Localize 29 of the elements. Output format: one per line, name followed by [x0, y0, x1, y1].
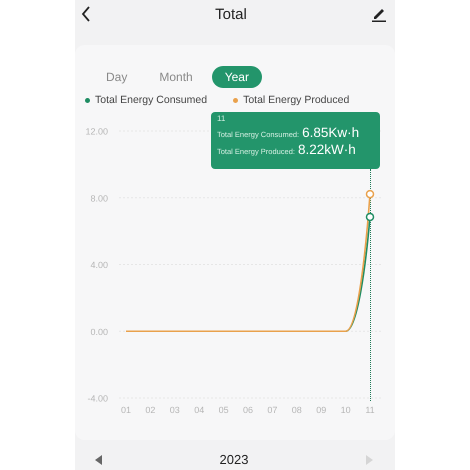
legend-label: Total Energy Consumed — [95, 94, 208, 106]
tooltip-category: 11 — [217, 114, 226, 123]
period-tab[interactable]: Day — [93, 66, 140, 88]
x-axis-label: 07 — [267, 405, 278, 415]
year-label: 2023 — [220, 452, 248, 467]
screen-title: Total — [215, 6, 247, 22]
x-axis-label: 11 — [365, 405, 375, 415]
y-axis-label: 4.00 — [90, 260, 108, 270]
x-axis-label: 03 — [170, 405, 180, 415]
y-axis-label: 8.00 — [90, 193, 108, 204]
x-axis-label: 08 — [292, 405, 302, 415]
period-tab[interactable]: Month — [146, 66, 206, 88]
legend-label: Total Energy Produced — [243, 94, 350, 106]
tooltip-value: 6.85Kw·h — [302, 125, 360, 140]
y-axis-label: 12.00 — [85, 126, 108, 136]
x-axis-label: 02 — [145, 405, 156, 415]
previous-icon[interactable] — [93, 452, 105, 466]
period-tab[interactable]: Year — [212, 66, 262, 88]
tooltip-value: 8.22kW·h — [298, 142, 356, 157]
x-axis-label: 05 — [218, 405, 229, 415]
data-point — [366, 190, 374, 198]
x-axis-label: 09 — [316, 405, 326, 415]
x-axis-label: 01 — [121, 405, 131, 415]
x-axis-label: 10 — [340, 405, 351, 415]
x-axis-label: 04 — [194, 405, 204, 415]
y-axis-label: 0.00 — [90, 326, 108, 337]
data-point — [366, 212, 374, 222]
x-axis-label: 06 — [243, 405, 253, 415]
y-axis-label: -4.00 — [87, 394, 108, 404]
